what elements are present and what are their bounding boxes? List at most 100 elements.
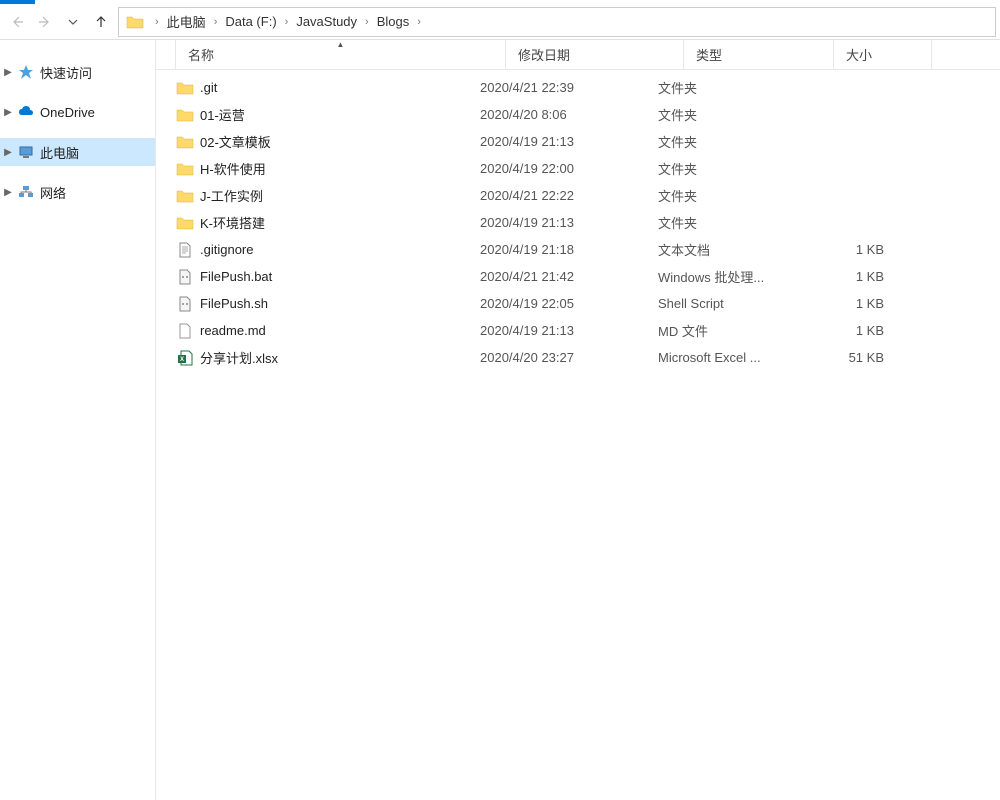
file-name: 分享计划.xlsx xyxy=(200,348,278,367)
back-button[interactable] xyxy=(8,13,26,31)
chevron-right-icon[interactable]: ▶ xyxy=(2,187,14,198)
breadcrumb-item[interactable]: Blogs xyxy=(373,14,414,29)
chevron-right-icon[interactable]: › xyxy=(210,16,222,28)
net-icon xyxy=(18,184,34,200)
file-row[interactable]: 02-文章模板2020/4/19 21:13文件夹 xyxy=(156,128,1000,155)
sidebar-item-label: 网络 xyxy=(38,183,66,202)
chevron-right-icon[interactable]: › xyxy=(151,16,163,28)
chevron-right-icon[interactable]: › xyxy=(361,16,373,28)
file-name-cell: FilePush.bat xyxy=(176,268,480,286)
file-row[interactable]: FilePush.sh2020/4/19 22:05Shell Script1 … xyxy=(156,290,1000,317)
sidebar-item-label: OneDrive xyxy=(38,105,95,120)
file-name: H-软件使用 xyxy=(200,159,266,178)
pc-icon xyxy=(18,144,34,160)
file-row[interactable]: readme.md2020/4/19 21:13MD 文件1 KB xyxy=(156,317,1000,344)
file-row[interactable]: .gitignore2020/4/19 21:18文本文档1 KB xyxy=(156,236,1000,263)
chevron-right-icon[interactable]: ▶ xyxy=(2,147,14,158)
folder-icon xyxy=(176,160,194,178)
file-size: 1 KB xyxy=(808,242,894,257)
arrow-left-icon xyxy=(9,14,25,30)
chevron-right-icon[interactable]: ▶ xyxy=(2,107,14,118)
file-row[interactable]: K-环境搭建2020/4/19 21:13文件夹 xyxy=(156,209,1000,236)
folder-icon xyxy=(176,187,194,205)
sidebar-item-label: 此电脑 xyxy=(38,143,79,162)
column-header-name[interactable]: ▲ 名称 xyxy=(176,40,506,69)
file-date: 2020/4/20 23:27 xyxy=(480,350,658,365)
main: ▶ 快速访问 ▶ OneDrive ▶ 此电脑 ▶ 网络 ▲ 名称 修改日期 类型 大小 .g… xyxy=(0,40,1000,800)
file-name-cell: 01-运营 xyxy=(176,105,480,124)
column-header-date[interactable]: 修改日期 xyxy=(506,40,684,69)
file-name: readme.md xyxy=(200,323,266,338)
file-name: FilePush.bat xyxy=(200,269,272,284)
file-name-cell: .gitignore xyxy=(176,241,480,259)
file-name: .gitignore xyxy=(200,242,253,257)
column-header-type[interactable]: 类型 xyxy=(684,40,834,69)
file-date: 2020/4/21 22:22 xyxy=(480,188,658,203)
file-type: Microsoft Excel ... xyxy=(658,350,808,365)
folder-icon xyxy=(176,133,194,151)
file-date: 2020/4/21 22:39 xyxy=(480,80,658,95)
file-date: 2020/4/19 22:00 xyxy=(480,161,658,176)
column-label: 大小 xyxy=(846,45,872,64)
file-type: 文件夹 xyxy=(658,105,808,124)
file-name-cell: J-工作实例 xyxy=(176,186,480,205)
xls-icon: X xyxy=(176,349,194,367)
breadcrumb: › 此电脑 › Data (F:) › JavaStudy › Blogs › xyxy=(151,12,995,31)
sidebar-item[interactable]: ▶ OneDrive xyxy=(0,98,155,126)
sidebar-item[interactable]: ▶ 快速访问 xyxy=(0,58,155,86)
spacer xyxy=(0,86,155,98)
column-label: 修改日期 xyxy=(518,45,570,64)
file-date: 2020/4/20 8:06 xyxy=(480,107,658,122)
file-date: 2020/4/19 22:05 xyxy=(480,296,658,311)
address-bar[interactable]: › 此电脑 › Data (F:) › JavaStudy › Blogs › xyxy=(118,7,996,37)
up-button[interactable] xyxy=(92,13,110,31)
recent-dropdown[interactable] xyxy=(64,13,82,31)
file-type: Windows 批处理... xyxy=(658,267,808,286)
txt-icon xyxy=(176,241,194,259)
arrow-right-icon xyxy=(37,14,53,30)
toolbar: › 此电脑 › Data (F:) › JavaStudy › Blogs › xyxy=(0,4,1000,40)
star-icon xyxy=(18,64,34,80)
sidebar-item[interactable]: ▶ 此电脑 xyxy=(0,138,155,166)
file-name-cell: readme.md xyxy=(176,322,480,340)
chevron-right-icon[interactable]: › xyxy=(413,16,425,28)
file-row[interactable]: .git 2020/4/21 22:39文件夹 xyxy=(156,74,1000,101)
file-size: 1 KB xyxy=(808,323,894,338)
columns-header: ▲ 名称 修改日期 类型 大小 xyxy=(156,40,1000,70)
breadcrumb-item[interactable]: 此电脑 xyxy=(163,12,210,31)
file-row[interactable]: 01-运营2020/4/20 8:06文件夹 xyxy=(156,101,1000,128)
column-header-size[interactable]: 大小 xyxy=(834,40,932,69)
file-date: 2020/4/21 21:42 xyxy=(480,269,658,284)
file-size: 1 KB xyxy=(808,269,894,284)
chevron-down-icon xyxy=(68,17,78,27)
breadcrumb-item[interactable]: JavaStudy xyxy=(292,14,361,29)
file-date: 2020/4/19 21:13 xyxy=(480,215,658,230)
chevron-right-icon[interactable]: ▶ xyxy=(2,67,14,78)
folder-icon xyxy=(176,214,194,232)
file-name: K-环境搭建 xyxy=(200,213,265,232)
folder-icon xyxy=(176,106,194,124)
file-name: 02-文章模板 xyxy=(200,132,271,151)
file-name-cell: X 分享计划.xlsx xyxy=(176,348,480,367)
column-label: 名称 xyxy=(188,45,214,64)
sidebar-item[interactable]: ▶ 网络 xyxy=(0,178,155,206)
sidebar-item-label: 快速访问 xyxy=(38,63,92,82)
file-row[interactable]: H-软件使用2020/4/19 22:00文件夹 xyxy=(156,155,1000,182)
forward-button[interactable] xyxy=(36,13,54,31)
breadcrumb-item[interactable]: Data (F:) xyxy=(221,14,280,29)
file-name-cell: 02-文章模板 xyxy=(176,132,480,151)
file-name-cell: .git xyxy=(176,79,480,97)
bat-icon xyxy=(176,295,194,313)
file-name: .git xyxy=(200,80,217,95)
arrow-up-icon xyxy=(93,14,109,30)
chevron-right-icon[interactable]: › xyxy=(281,16,293,28)
file-date: 2020/4/19 21:13 xyxy=(480,323,658,338)
file-row[interactable]: X 分享计划.xlsx 2020/4/20 23:27Microsoft Excel… xyxy=(156,344,1000,371)
file-row[interactable]: J-工作实例2020/4/21 22:22文件夹 xyxy=(156,182,1000,209)
file-type: 文件夹 xyxy=(658,78,808,97)
folder-icon xyxy=(176,79,194,97)
folder-icon xyxy=(125,12,145,32)
file-row[interactable]: FilePush.bat 2020/4/21 21:42Windows 批处理..… xyxy=(156,263,1000,290)
file-type: 文件夹 xyxy=(658,186,808,205)
spacer xyxy=(0,126,155,138)
